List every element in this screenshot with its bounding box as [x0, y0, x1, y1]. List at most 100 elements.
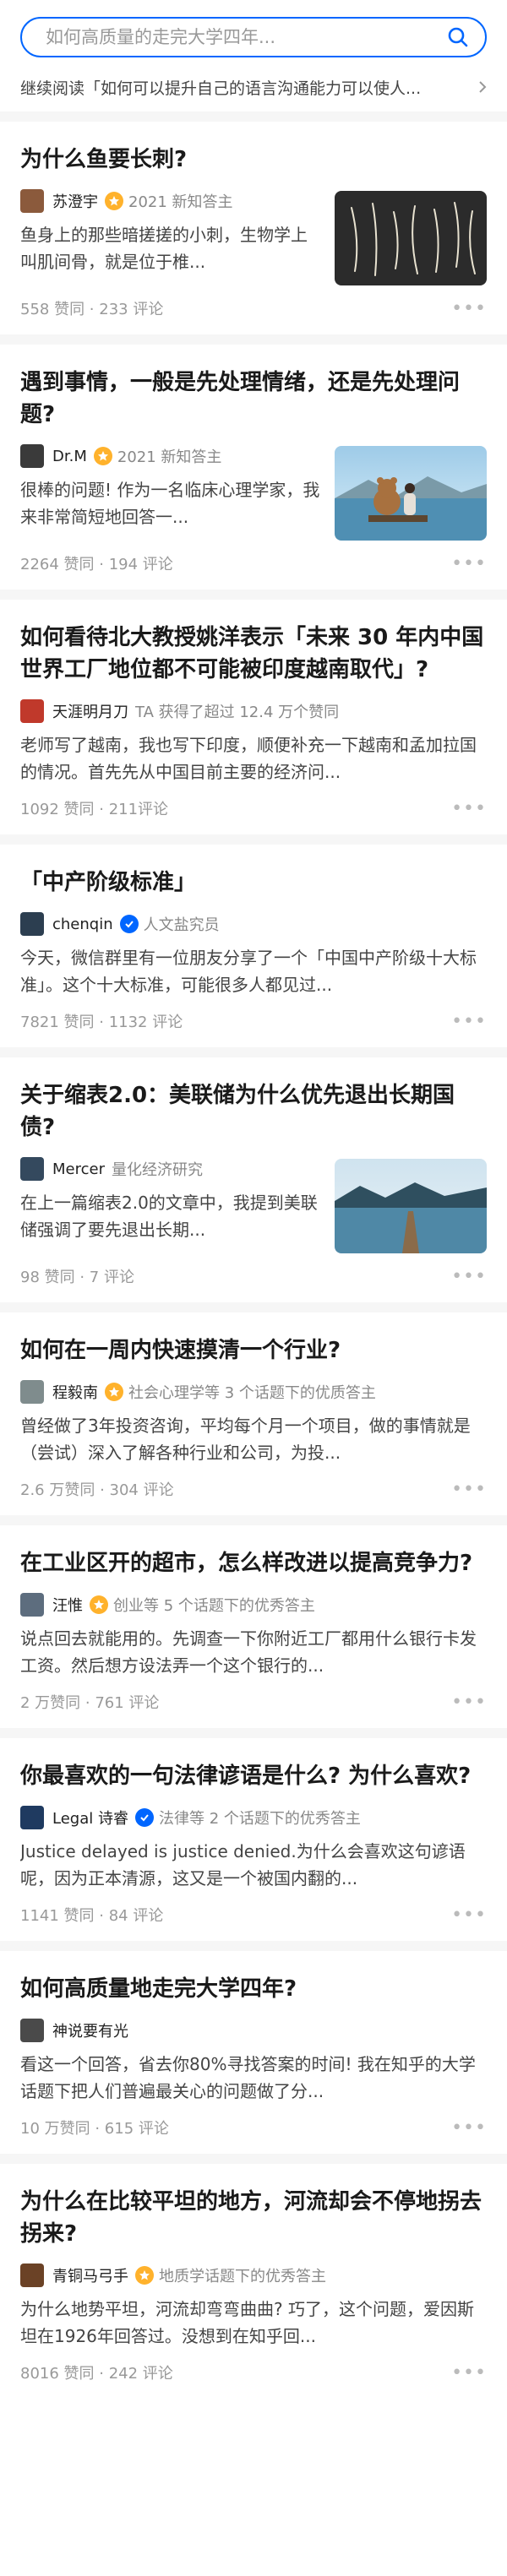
feed-card[interactable]: 如何在一周内快速摸清一个行业? 程毅南 社会心理学等 3 个话题下的优质答主 曾经做了…	[0, 1312, 507, 1515]
more-options-icon[interactable]: •••	[451, 553, 487, 574]
feed-card[interactable]: 你最喜欢的一句法律谚语是什么? 为什么喜欢? Legal 诗睿 法律等 2 个话题下…	[0, 1738, 507, 1941]
author-name[interactable]: 天涯明月刀	[52, 700, 128, 722]
feed-card[interactable]: 如何高质量地走完大学四年? 神说要有光看这一个回答，省去你80%寻找答案的时间! …	[0, 1951, 507, 2154]
answer-thumbnail-image[interactable]	[335, 1159, 487, 1253]
answer-excerpt[interactable]: 在上一篇缩表2.0的文章中，我提到美联储强调了要先退出长期...	[20, 1189, 321, 1243]
answer-excerpt[interactable]: Justice delayed is justice denied.为什么会喜欢…	[20, 1838, 487, 1892]
answer-excerpt[interactable]: 说点回去就能用的。先调查一下你附近工厂都用什么银行卡发工资。然后想方设法弄一个这…	[20, 1625, 487, 1679]
feed-separator	[0, 2154, 507, 2164]
feed-list: 为什么鱼要长刺? 苏澄宇 2021 新知答主 鱼身上的那些暗搓搓的小刺，生物学上叫肌间…	[0, 111, 507, 2399]
question-title[interactable]: 如何在一周内快速摸清一个行业?	[20, 1334, 487, 1367]
feed-separator	[0, 1047, 507, 1057]
vote-comment-stats: 1141 赞同 · 84 评论	[20, 1907, 164, 1925]
answer-excerpt[interactable]: 鱼身上的那些暗搓搓的小刺，生物学上叫肌间骨，就是位于椎...	[20, 221, 321, 275]
question-title[interactable]: 遇到事情，一般是先处理情绪，还是先处理问题?	[20, 367, 487, 431]
author-meta: 法律等 2 个话题下的优秀答主	[158, 1810, 361, 1828]
avatar[interactable]	[20, 912, 44, 936]
search-bar[interactable]	[20, 17, 487, 57]
author-name[interactable]: 程毅南	[52, 1381, 98, 1403]
feed-card[interactable]: 关于缩表2.0：美联储为什么优先退出长期国债? Mercer 量化经济研究在上一篇缩…	[0, 1057, 507, 1302]
question-title[interactable]: 如何看待北大教授姚洋表示「未来 30 年内中国世界工厂地位都不可能被印度越南取代…	[20, 622, 487, 686]
question-title[interactable]: 关于缩表2.0：美联储为什么优先退出长期国债?	[20, 1079, 487, 1144]
star-badge-icon	[93, 447, 112, 465]
search-icon[interactable]	[446, 25, 470, 49]
author-row: 汪惟 创业等 5 个话题下的优秀答主	[20, 1590, 487, 1620]
answer-excerpt[interactable]: 很棒的问题! 作为一名临床心理学家，我来非常简短地回答一...	[20, 476, 321, 530]
question-title[interactable]: 如何高质量地走完大学四年?	[20, 1973, 487, 2005]
answer-excerpt[interactable]: 老师写了越南，我也写下印度，顺便补充一下越南和孟加拉国的情况。首先先从中国目前主…	[20, 731, 487, 785]
continue-reading-text: 继续阅读「如何可以提升自己的语言沟通能力可以使人...	[20, 79, 422, 98]
avatar[interactable]	[20, 2264, 44, 2287]
feed-card[interactable]: 在工业区开的超市，怎么样改进以提高竞争力? 汪惟 创业等 5 个话题下的优秀答主说点…	[0, 1525, 507, 1728]
vote-comment-stats: 2264 赞同 · 194 评论	[20, 556, 173, 573]
feed-card[interactable]: 为什么鱼要长刺? 苏澄宇 2021 新知答主 鱼身上的那些暗搓搓的小刺，生物学上叫肌间…	[0, 122, 507, 334]
search-input[interactable]	[46, 27, 446, 47]
question-title[interactable]: 「中产阶级标准」	[20, 867, 487, 899]
avatar[interactable]	[20, 699, 44, 723]
star-badge-icon	[105, 192, 123, 210]
chevron-right-icon	[472, 80, 487, 94]
feed-separator	[0, 834, 507, 845]
answer-excerpt[interactable]: 曾经做了3年投资咨询，平均每个月一个项目，做的事情就是（尝试）深入了解各种行业和…	[20, 1412, 487, 1466]
stats-row: 2264 赞同 · 194 评论 •••	[20, 552, 487, 574]
more-options-icon[interactable]: •••	[451, 298, 487, 319]
question-title[interactable]: 你最喜欢的一句法律谚语是什么? 为什么喜欢?	[20, 1760, 487, 1792]
vote-comment-stats: 2.6 万赞同 · 304 评论	[20, 1481, 174, 1499]
author-name[interactable]: chenqin	[52, 916, 113, 933]
more-options-icon[interactable]: •••	[451, 1479, 487, 1500]
vote-comment-stats: 7821 赞同 · 1132 评论	[20, 1014, 183, 1031]
question-title[interactable]: 为什么在比较平坦的地方，河流却会不停地拐去拐来?	[20, 2186, 487, 2250]
more-options-icon[interactable]: •••	[451, 798, 487, 819]
question-title[interactable]: 在工业区开的超市，怎么样改进以提高竞争力?	[20, 1547, 487, 1579]
more-options-icon[interactable]: •••	[451, 2362, 487, 2383]
author-meta: 量化经济研究	[111, 1161, 203, 1179]
author-name[interactable]: 青铜马弓手	[52, 2264, 128, 2286]
author-meta: TA 获得了超过 12.4 万个赞同	[135, 704, 340, 721]
author-name[interactable]: Dr.M	[52, 448, 87, 465]
author-meta: 创业等 5 个话题下的优秀答主	[113, 1597, 315, 1615]
author-name[interactable]: 苏澄宇	[52, 190, 98, 212]
avatar[interactable]	[20, 2019, 44, 2042]
feed-card[interactable]: 为什么在比较平坦的地方，河流却会不停地拐去拐来? 青铜马弓手 地质学话题下的优秀答主…	[0, 2164, 507, 2399]
author-name[interactable]: Legal 诗睿	[52, 1807, 128, 1829]
answer-main: 汪惟 创业等 5 个话题下的优秀答主说点回去就能用的。先调查一下你附近工厂都用什么…	[20, 1590, 487, 1679]
answer-thumbnail-image[interactable]	[335, 446, 487, 541]
author-row: chenqin 人文盐究员	[20, 909, 487, 939]
answer-block: Mercer 量化经济研究在上一篇缩表2.0的文章中，我提到美联储强调了要先退出长…	[20, 1154, 487, 1253]
question-title[interactable]: 为什么鱼要长刺?	[20, 144, 487, 176]
author-row: 天涯明月刀 TA 获得了超过 12.4 万个赞同	[20, 696, 487, 726]
author-meta: 地质学话题下的优秀答主	[159, 2268, 326, 2285]
feed-card[interactable]: 「中产阶级标准」 chenqin 人文盐究员今天，微信群里有一位朋友分享了一个「中国…	[0, 845, 507, 1047]
answer-excerpt[interactable]: 为什么地势平坦，河流却弯弯曲曲? 巧了，这个问题，爱因斯坦在1926年回答过。没…	[20, 2296, 487, 2350]
more-options-icon[interactable]: •••	[451, 1266, 487, 1287]
avatar[interactable]	[20, 1380, 44, 1404]
feed-card[interactable]: 遇到事情，一般是先处理情绪，还是先处理问题? Dr.M 2021 新知答主 很棒的问题…	[0, 345, 507, 590]
stats-row: 2.6 万赞同 · 304 评论 •••	[20, 1478, 487, 1500]
continue-reading-bar[interactable]: 继续阅读「如何可以提升自己的语言沟通能力可以使人...	[20, 62, 487, 111]
feed-card[interactable]: 如何看待北大教授姚洋表示「未来 30 年内中国世界工厂地位都不可能被印度越南取代…	[0, 600, 507, 834]
author-name[interactable]: Mercer	[52, 1160, 105, 1178]
avatar[interactable]	[20, 444, 44, 468]
avatar[interactable]	[20, 189, 44, 213]
answer-main: chenqin 人文盐究员今天，微信群里有一位朋友分享了一个「中国中产阶级十大标准…	[20, 909, 487, 998]
answer-block: 苏澄宇 2021 新知答主 鱼身上的那些暗搓搓的小刺，生物学上叫肌间骨，就是位于椎.…	[20, 186, 487, 285]
stats-row: 98 赞同 · 7 评论 •••	[20, 1265, 487, 1287]
feed-separator	[0, 111, 507, 122]
author-name[interactable]: 神说要有光	[52, 2019, 128, 2041]
more-options-icon[interactable]: •••	[451, 1692, 487, 1713]
author-name[interactable]: 汪惟	[52, 1594, 83, 1616]
stats-row: 1141 赞同 · 84 评论 •••	[20, 1904, 487, 1926]
answer-main: 苏澄宇 2021 新知答主 鱼身上的那些暗搓搓的小刺，生物学上叫肌间骨，就是位于椎.…	[20, 186, 321, 285]
answer-block: Legal 诗睿 法律等 2 个话题下的优秀答主 Justice delayed i…	[20, 1802, 487, 1892]
answer-thumbnail-image[interactable]	[335, 191, 487, 285]
more-options-icon[interactable]: •••	[451, 2117, 487, 2139]
avatar[interactable]	[20, 1157, 44, 1181]
more-options-icon[interactable]: •••	[451, 1011, 487, 1032]
answer-excerpt[interactable]: 今天，微信群里有一位朋友分享了一个「中国中产阶级十大标准」。这个十大标准，可能很…	[20, 944, 487, 998]
avatar[interactable]	[20, 1806, 44, 1829]
answer-excerpt[interactable]: 看这一个回答，省去你80%寻找答案的时间! 我在知乎的大学话题下把人们普遍最关心…	[20, 2051, 487, 2105]
answer-block: chenqin 人文盐究员今天，微信群里有一位朋友分享了一个「中国中产阶级十大标准…	[20, 909, 487, 998]
avatar[interactable]	[20, 1593, 44, 1617]
more-options-icon[interactable]: •••	[451, 1905, 487, 1926]
vote-comment-stats: 2 万赞同 · 761 评论	[20, 1694, 160, 1712]
